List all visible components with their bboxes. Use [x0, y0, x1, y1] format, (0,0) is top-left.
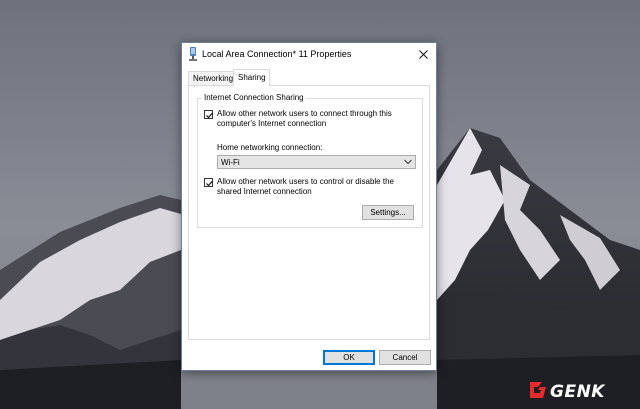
allow-control-label[interactable]: Allow other network users to control or …	[217, 177, 417, 197]
checkmark-icon	[206, 112, 213, 119]
checkmark-icon	[206, 180, 213, 187]
internet-connection-sharing-group: Internet Connection Sharing Allow other …	[197, 93, 423, 228]
genk-logo: GENK	[530, 382, 606, 402]
network-adapter-icon	[189, 47, 197, 61]
chevron-down-icon	[404, 159, 412, 165]
properties-dialog: Local Area Connection* 11 Properties Net…	[181, 42, 437, 371]
sharing-tab-panel: Internet Connection Sharing Allow other …	[188, 85, 430, 340]
close-button[interactable]	[414, 45, 432, 63]
svg-text:GENK: GENK	[550, 382, 606, 402]
home-network-select[interactable]: Wi-Fi	[217, 155, 416, 169]
tab-networking[interactable]: Networking	[188, 71, 234, 85]
home-network-value: Wi-Fi	[221, 158, 240, 167]
tab-sharing[interactable]: Sharing	[233, 69, 270, 86]
close-icon	[418, 49, 428, 59]
dialog-title: Local Area Connection* 11 Properties	[202, 49, 352, 59]
settings-button[interactable]: Settings...	[362, 205, 414, 220]
title-bar[interactable]: Local Area Connection* 11 Properties	[182, 43, 436, 65]
group-title: Internet Connection Sharing	[202, 93, 306, 102]
allow-connect-checkbox[interactable]	[204, 110, 213, 119]
tab-strip: Networking Sharing	[188, 69, 430, 86]
home-network-label: Home networking connection:	[217, 143, 323, 152]
cancel-button[interactable]: Cancel	[379, 350, 431, 365]
allow-connect-label[interactable]: Allow other network users to connect thr…	[217, 109, 417, 129]
ok-button[interactable]: OK	[323, 350, 375, 365]
allow-control-checkbox[interactable]	[204, 178, 213, 187]
